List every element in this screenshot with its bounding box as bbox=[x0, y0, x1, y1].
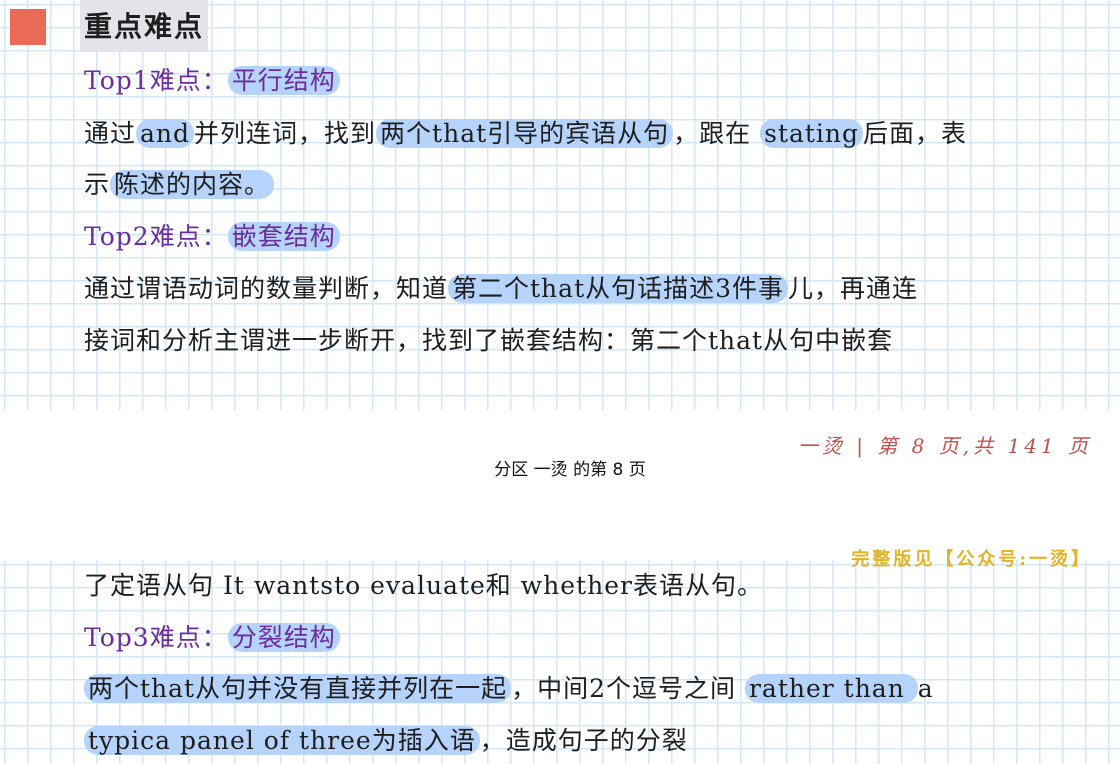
text-segment: Top3难点： bbox=[84, 623, 228, 652]
watermark: 完整版见【公众号:一烫】 bbox=[851, 549, 1092, 570]
text-line: 两个that从句并没有直接并列在一起 ，中间2个逗号之间 rather than … bbox=[84, 672, 934, 706]
text-segment: ，中间2个逗号之间 bbox=[511, 674, 745, 703]
section-marker bbox=[10, 9, 46, 45]
highlighted-text: 分裂结构 bbox=[227, 623, 340, 652]
text-line: Top1难点： 平行结构 bbox=[84, 64, 340, 98]
highlighted-text: 嵌套结构 bbox=[227, 222, 340, 251]
text-segment: 示 bbox=[84, 170, 111, 199]
text-line: Top3难点： 分裂结构 bbox=[84, 621, 340, 655]
text-segment: 接词和分析主谓进一步断开，找到了嵌套结构：第二个that从句中嵌套 bbox=[84, 326, 894, 355]
highlighted-text: 第二个that从句话描述3件事 bbox=[448, 274, 789, 303]
text-segment: ，跟在 bbox=[673, 119, 761, 148]
text-segment: 了定语从句 It wantsto evaluate和 whether表语从句。 bbox=[84, 571, 763, 600]
section-heading: 重点难点 bbox=[80, 0, 209, 52]
text-line: 接词和分析主谓进一步断开，找到了嵌套结构：第二个that从句中嵌套 bbox=[84, 324, 893, 358]
highlighted-text: 陈述的内容。 bbox=[110, 170, 275, 199]
text-line: 通过 and 并列连词，找到 两个that引导的宾语从句 ，跟在 stating 后面，表 bbox=[84, 117, 967, 151]
highlighted-text: and bbox=[136, 119, 195, 148]
text-line: 了定语从句 It wantsto evaluate和 whether表语从句。 bbox=[84, 569, 763, 603]
text-line: 示陈述的内容。 bbox=[84, 168, 275, 202]
highlighted-text: stating bbox=[760, 119, 864, 148]
text-line: Top2难点： 嵌套结构 bbox=[84, 220, 340, 254]
text-segment: Top2难点： bbox=[84, 222, 228, 251]
text-line: typica panel of three为插入语 ，造成句子的分裂 bbox=[84, 724, 688, 758]
text-line: 通过谓语动词的数量判断，知道 第二个that从句话描述3件事 儿，再通连 bbox=[84, 272, 918, 306]
text-segment: 通过 bbox=[84, 119, 137, 148]
text-segment: 后面，表 bbox=[863, 119, 968, 148]
highlighted-text: 两个that从句并没有直接并列在一起 bbox=[84, 674, 512, 703]
highlighted-text: 两个that引导的宾语从句 bbox=[376, 119, 674, 148]
text-segment: 儿，再通连 bbox=[788, 274, 919, 303]
text-segment: 通过谓语动词的数量判断，知道 bbox=[84, 274, 449, 303]
section-page-label: 分区 一烫 的第 8 页 bbox=[494, 460, 646, 480]
highlighted-text: rather than bbox=[744, 674, 918, 703]
text-segment: Top1难点： bbox=[84, 66, 228, 95]
highlighted-text: 平行结构 bbox=[227, 66, 340, 95]
highlighted-text: typica panel of three为插入语 bbox=[84, 726, 480, 755]
text-segment: ，造成句子的分裂 bbox=[479, 726, 688, 755]
text-segment: 并列连词，找到 bbox=[194, 119, 377, 148]
text-segment: a bbox=[917, 674, 934, 703]
